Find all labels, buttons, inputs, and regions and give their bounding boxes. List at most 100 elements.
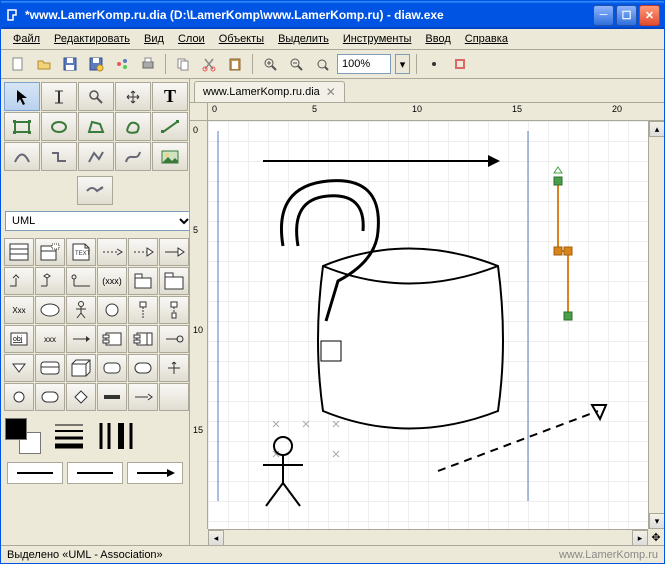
drawing-canvas[interactable]	[208, 121, 648, 529]
uml-note[interactable]: TEXT	[66, 238, 96, 266]
uml-state[interactable]	[35, 354, 65, 382]
tool-beziergon[interactable]	[115, 112, 151, 141]
uml-lifeline-ext[interactable]	[159, 296, 189, 324]
uml-usecase-circle[interactable]	[97, 296, 127, 324]
uml-activity[interactable]	[128, 354, 158, 382]
menu-input[interactable]: Ввод	[419, 31, 456, 47]
uml-component[interactable]	[97, 325, 127, 353]
uml-branch[interactable]	[66, 383, 96, 411]
zoom-in-button[interactable]	[259, 53, 281, 75]
scrollbar-horizontal[interactable]: ◂ ▸	[208, 529, 648, 545]
uml-message-label[interactable]: xxx	[35, 325, 65, 353]
tool-outline[interactable]	[77, 176, 113, 205]
uml-realizes[interactable]	[128, 238, 158, 266]
uml-lifeline[interactable]	[128, 296, 158, 324]
uml-simple-state[interactable]	[97, 354, 127, 382]
tool-polygon[interactable]	[78, 112, 114, 141]
tool-arc[interactable]	[4, 142, 40, 171]
zoom-out-button[interactable]	[285, 53, 307, 75]
tool-zigzag[interactable]	[41, 142, 77, 171]
uml-implements[interactable]	[66, 267, 96, 295]
uml-usecase[interactable]	[35, 296, 65, 324]
tool-line[interactable]	[152, 112, 188, 141]
uml-component-feature[interactable]	[128, 325, 158, 353]
uml-node[interactable]	[66, 354, 96, 382]
uml-constraint[interactable]: (xxx)	[97, 267, 127, 295]
save-as-button[interactable]	[85, 53, 107, 75]
category-dropdown[interactable]: UML	[5, 211, 190, 231]
tool-scroll[interactable]	[115, 82, 151, 111]
new-button[interactable]	[7, 53, 29, 75]
uml-node-triangle[interactable]	[4, 354, 34, 382]
scroll-down-icon[interactable]: ▾	[649, 513, 664, 529]
arrow-start-picker[interactable]	[7, 462, 63, 484]
zoom-dropdown[interactable]: ▾	[395, 54, 410, 74]
snap-grid-button[interactable]	[423, 53, 445, 75]
uml-large-package[interactable]	[159, 267, 189, 295]
maximize-button[interactable]: ☐	[616, 5, 637, 26]
snap-object-button[interactable]	[449, 53, 471, 75]
uml-blank[interactable]	[159, 383, 189, 411]
uml-class-template[interactable]	[35, 238, 65, 266]
scroll-h-track[interactable]	[224, 530, 632, 545]
menu-tools[interactable]: Инструменты	[337, 31, 418, 47]
arrow-end-picker[interactable]	[127, 462, 183, 484]
line-dash-picker[interactable]	[67, 462, 123, 484]
scroll-up-icon[interactable]: ▴	[649, 121, 664, 137]
copy-button[interactable]	[172, 53, 194, 75]
paste-button[interactable]	[224, 53, 246, 75]
print-button[interactable]	[137, 53, 159, 75]
pan-nav-icon[interactable]: ✥	[648, 529, 664, 545]
scroll-v-track[interactable]	[649, 137, 664, 513]
uml-initial[interactable]	[4, 383, 34, 411]
tool-text[interactable]: T	[152, 82, 188, 111]
tool-polyline[interactable]	[78, 142, 114, 171]
menu-view[interactable]: Вид	[138, 31, 170, 47]
open-button[interactable]	[33, 53, 55, 75]
menu-objects[interactable]: Объекты	[213, 31, 270, 47]
zoom-fit-button[interactable]	[311, 53, 333, 75]
uml-usecase-text[interactable]: Xxx	[4, 296, 34, 324]
color-picker[interactable]	[5, 418, 41, 454]
uml-transition[interactable]	[128, 383, 158, 411]
uml-aggregation[interactable]	[35, 267, 65, 295]
close-button[interactable]: ✕	[639, 5, 660, 26]
menu-layers[interactable]: Слои	[172, 31, 211, 47]
uml-dependency[interactable]	[97, 238, 127, 266]
menu-file[interactable]: Файл	[7, 31, 46, 47]
tool-text-edit[interactable]	[41, 82, 77, 111]
zoom-input[interactable]	[337, 54, 391, 74]
menu-help[interactable]: Справка	[459, 31, 514, 47]
uml-actor[interactable]	[66, 296, 96, 324]
uml-generalization[interactable]	[159, 238, 189, 266]
uml-provide[interactable]	[159, 325, 189, 353]
uml-fork[interactable]	[97, 383, 127, 411]
uml-class[interactable]	[4, 238, 34, 266]
tool-box[interactable]	[4, 112, 40, 141]
tool-ellipse[interactable]	[41, 112, 77, 141]
scrollbar-vertical[interactable]: ▴ ▾	[648, 121, 664, 529]
line-width-sample[interactable]	[49, 418, 89, 454]
minimize-button[interactable]: ─	[593, 5, 614, 26]
tab-close-icon[interactable]: ✕	[326, 85, 336, 99]
menu-select[interactable]: Выделить	[272, 31, 335, 47]
uml-object[interactable]: obj	[4, 325, 34, 353]
scroll-left-icon[interactable]: ◂	[208, 530, 224, 545]
export-button[interactable]	[111, 53, 133, 75]
tool-bezier[interactable]	[115, 142, 151, 171]
scroll-right-icon[interactable]: ▸	[632, 530, 648, 545]
line-style-sample[interactable]	[97, 418, 137, 454]
tool-pointer[interactable]	[4, 82, 40, 111]
tool-magnify[interactable]	[78, 82, 114, 111]
tool-image[interactable]	[152, 142, 188, 171]
shape-category[interactable]: UML	[5, 211, 185, 231]
uml-small-package[interactable]	[128, 267, 158, 295]
document-tab[interactable]: www.LamerKomp.ru.dia ✕	[194, 81, 345, 102]
uml-message[interactable]	[66, 325, 96, 353]
uml-decision[interactable]	[159, 354, 189, 382]
menu-edit[interactable]: Редактировать	[48, 31, 136, 47]
uml-association[interactable]	[4, 267, 34, 295]
uml-final[interactable]	[35, 383, 65, 411]
save-button[interactable]	[59, 53, 81, 75]
cut-button[interactable]	[198, 53, 220, 75]
